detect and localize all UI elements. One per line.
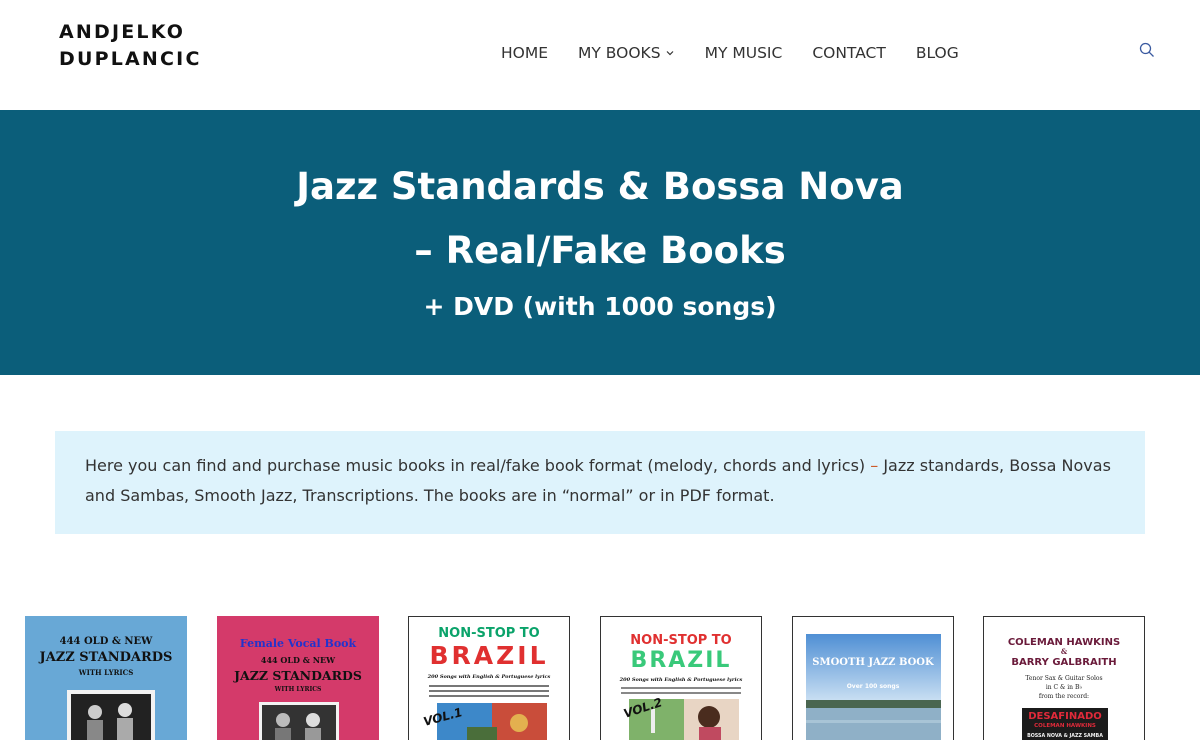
search-icon[interactable] [1139, 42, 1155, 58]
book-line: BRAZIL [630, 648, 732, 673]
logo-line-1: ANDJELKO [59, 21, 186, 43]
book-line: 444 OLD & NEW [59, 636, 153, 647]
book-line: JAZZ STANDARDS [39, 650, 173, 665]
book-line: BOSSA NOVA & JAZZ SAMBA [1027, 734, 1103, 739]
page-title-line-1: Jazz Standards & Bossa Nova [296, 165, 904, 208]
book-line: WITH LYRICS [274, 686, 322, 693]
logo-line-2: DUPLANCIC [59, 48, 202, 70]
book-line: WITH LYRICS [78, 668, 134, 677]
book-line: BARRY GALBRAITH [1011, 657, 1117, 668]
book-grid: 444 OLD & NEW JAZZ STANDARDS WITH LYRICS… [25, 616, 1175, 740]
book-line: NON-STOP TO [630, 633, 732, 648]
book-line: 200 Songs with English & Portuguese lyri… [427, 674, 551, 680]
book-line: NON-STOP TO [438, 626, 540, 641]
site-header: ANDJELKO DUPLANCIC HOME MY BOOKS MY MUSI… [0, 0, 1200, 110]
nav-item-my-music[interactable]: MY MUSIC [705, 44, 783, 62]
book-line: Tenor Sax & Guitar Solos [1025, 675, 1103, 682]
book-photo [67, 690, 155, 740]
nav-item-label: HOME [501, 44, 549, 62]
chevron-down-icon [666, 51, 674, 56]
site-logo[interactable]: ANDJELKO DUPLANCIC [59, 19, 202, 73]
book-line: DESAFINADO [1028, 711, 1102, 722]
nav-item-blog[interactable]: BLOG [916, 44, 959, 62]
book-line: & [1060, 647, 1068, 656]
nav-item-label: BLOG [915, 44, 959, 62]
nav-item-label: MY MUSIC [704, 44, 783, 62]
nav-item-home[interactable]: HOME [501, 44, 548, 62]
main-nav: HOME MY BOOKS MY MUSIC CONTACT BLOG [501, 44, 959, 62]
page-title-line-2: – Real/Fake Books [414, 229, 786, 272]
book-cover-smooth-jazz[interactable]: SMOOTH JAZZ BOOK Over 100 songs [792, 616, 954, 740]
book-line: Over 100 songs [846, 683, 900, 690]
book-line: JAZZ STANDARDS [234, 668, 362, 683]
book-line: SMOOTH JAZZ BOOK [812, 657, 934, 668]
book-cover-brazil-vol2[interactable]: NON-STOP TO BRAZIL 200 Songs with Englis… [600, 616, 762, 740]
book-line: 444 OLD & NEW [260, 655, 336, 665]
book-line: COLEMAN HAWKINS [1034, 723, 1096, 729]
nav-item-contact[interactable]: CONTACT [812, 44, 886, 62]
nav-item-label: MY BOOKS [578, 44, 661, 62]
book-line: Female Vocal Book [239, 637, 357, 650]
book-line: in C & in B♭ [1045, 684, 1083, 691]
book-line: BRAZIL [429, 641, 549, 670]
book-line: 200 Songs with English & Portuguese lyri… [619, 677, 743, 683]
book-cover-female-vocal[interactable]: Female Vocal Book 444 OLD & NEW JAZZ STA… [217, 616, 379, 740]
intro-text-1: Here you can find and purchase music boo… [85, 456, 871, 475]
book-line: from the record: [1038, 693, 1090, 700]
book-cover-coleman-hawkins[interactable]: COLEMAN HAWKINS & BARRY GALBRAITH Tenor … [983, 616, 1145, 740]
book-photo [259, 702, 339, 740]
book-song-list [621, 687, 741, 697]
hero-banner: Jazz Standards & Bossa Nova – Real/Fake … [0, 110, 1200, 375]
nav-item-my-books[interactable]: MY BOOKS [578, 44, 675, 62]
page-subtitle: + DVD (with 1000 songs) [423, 292, 777, 321]
book-song-list [429, 685, 549, 699]
nav-item-label: CONTACT [812, 44, 886, 62]
record-cover: DESAFINADO COLEMAN HAWKINS BOSSA NOVA & … [1022, 708, 1108, 740]
intro-box: Here you can find and purchase music boo… [55, 431, 1145, 534]
book-cover-brazil-vol1[interactable]: NON-STOP TO BRAZIL 200 Songs with Englis… [408, 616, 570, 740]
book-cover-jazz-standards[interactable]: 444 OLD & NEW JAZZ STANDARDS WITH LYRICS [25, 616, 187, 740]
